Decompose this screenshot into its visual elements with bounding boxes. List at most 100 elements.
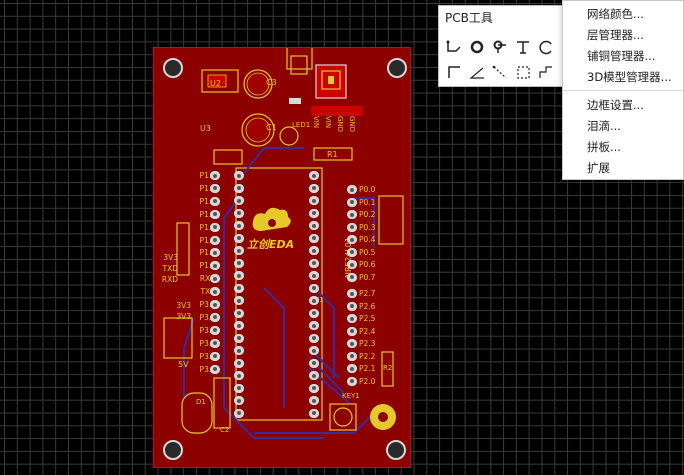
pad[interactable]	[234, 358, 244, 368]
region-icon[interactable]	[514, 63, 531, 80]
pad[interactable]	[210, 338, 220, 348]
dimension-icon[interactable]	[491, 63, 508, 80]
pad[interactable]	[347, 314, 357, 323]
pad[interactable]	[347, 289, 357, 298]
pad[interactable]	[347, 326, 357, 336]
pad[interactable]	[309, 246, 319, 255]
pad[interactable]	[309, 371, 319, 380]
pin-label: P2.3	[359, 339, 376, 348]
pad[interactable]	[347, 235, 357, 244]
pad[interactable]	[347, 272, 357, 282]
pad[interactable]	[309, 271, 319, 280]
pad[interactable]	[210, 274, 220, 284]
pad[interactable]	[309, 321, 319, 330]
pad[interactable]	[234, 233, 244, 243]
pad[interactable]	[234, 183, 244, 193]
menu-item-teardrop[interactable]: 泪滴...	[587, 118, 621, 134]
pin-label: P0.3	[359, 222, 376, 232]
pad[interactable]	[309, 258, 319, 268]
pad[interactable]	[234, 371, 244, 380]
menu-item-extensions[interactable]: 扩展	[587, 160, 610, 176]
pad[interactable]	[347, 376, 357, 386]
pad[interactable]	[210, 351, 220, 361]
pin-label: P2.1	[359, 364, 376, 373]
angle-icon[interactable]	[468, 63, 485, 80]
designator-c2: C2	[220, 426, 230, 434]
pad[interactable]	[234, 258, 244, 268]
pad[interactable]	[347, 247, 357, 257]
pad[interactable]	[210, 325, 220, 335]
pad[interactable]	[210, 312, 220, 322]
pad[interactable]	[234, 396, 244, 405]
pad[interactable]	[234, 408, 244, 418]
pad[interactable]	[234, 171, 244, 180]
header-label-gnd-2: GND	[348, 116, 356, 133]
designator-c3: C3	[266, 78, 277, 87]
pad[interactable]	[347, 339, 357, 348]
pad[interactable]	[309, 296, 319, 305]
pad[interactable]	[234, 221, 244, 230]
pad[interactable]	[309, 183, 319, 193]
pad[interactable]	[347, 260, 357, 269]
menu-item-layer-manager[interactable]: 层管理器...	[587, 27, 644, 43]
menu-item-panelize[interactable]: 拼板...	[587, 139, 621, 155]
pad[interactable]	[210, 222, 220, 232]
pad[interactable]	[347, 222, 357, 232]
pad[interactable]	[234, 296, 244, 305]
pad[interactable]	[210, 235, 220, 245]
pad[interactable]	[309, 346, 319, 355]
menu-item-border-settings[interactable]: 边框设置...	[587, 97, 644, 113]
pad-icon[interactable]	[491, 38, 508, 55]
pad[interactable]	[347, 364, 357, 373]
pad[interactable]	[347, 351, 357, 361]
arc-icon[interactable]	[537, 38, 554, 55]
designator-u3: U3	[200, 124, 211, 133]
pad[interactable]	[309, 333, 319, 343]
pad[interactable]	[234, 271, 244, 280]
pad[interactable]	[309, 408, 319, 418]
menu-item-net-color[interactable]: 网络颜色...	[587, 6, 644, 22]
pad[interactable]	[210, 209, 220, 219]
pad[interactable]	[210, 287, 220, 297]
pad[interactable]	[234, 321, 244, 330]
pin-label: 3V3	[176, 301, 191, 310]
pad[interactable]	[234, 208, 244, 218]
pad[interactable]	[347, 210, 357, 219]
pad[interactable]	[309, 283, 319, 293]
pad[interactable]	[347, 301, 357, 311]
trace-icon[interactable]	[445, 38, 462, 55]
pad[interactable]	[309, 221, 319, 230]
pad[interactable]	[234, 246, 244, 255]
pad[interactable]	[210, 364, 220, 374]
line-icon[interactable]	[445, 63, 462, 80]
header-label-gnd-1: GND	[336, 116, 344, 133]
pad[interactable]	[210, 171, 220, 180]
pad[interactable]	[234, 333, 244, 343]
tools-menu[interactable]: 网络颜色... 层管理器... 铺铜管理器... 3D模型管理器... 边框设置…	[562, 0, 684, 180]
pad[interactable]	[347, 197, 357, 207]
pad[interactable]	[210, 300, 220, 309]
pad[interactable]	[234, 346, 244, 355]
pad[interactable]	[210, 183, 220, 193]
pad[interactable]	[309, 308, 319, 318]
menu-item-copper-manager[interactable]: 铺铜管理器...	[587, 48, 655, 64]
pad[interactable]	[309, 196, 319, 205]
menu-item-3d-model-manager[interactable]: 3D模型管理器...	[587, 69, 672, 85]
polygon-icon[interactable]	[537, 63, 554, 80]
pad[interactable]	[234, 308, 244, 318]
pad[interactable]	[309, 396, 319, 405]
pcb-tools-palette[interactable]: PCB工具	[438, 5, 573, 87]
pad[interactable]	[309, 383, 319, 393]
text-icon[interactable]	[514, 38, 531, 55]
pad[interactable]	[234, 196, 244, 205]
pad[interactable]	[347, 185, 357, 194]
pad[interactable]	[210, 196, 220, 206]
pad[interactable]	[309, 358, 319, 368]
via-icon[interactable]	[468, 38, 485, 55]
pad[interactable]	[309, 208, 319, 218]
pcb-board[interactable]: 立创EDA NRF24L01 U2 U3 C3 C1 LED1 R1 R2 KE…	[153, 47, 411, 468]
pad[interactable]	[309, 233, 319, 243]
pad[interactable]	[234, 283, 244, 293]
pad[interactable]	[309, 171, 319, 180]
pad[interactable]	[234, 383, 244, 393]
